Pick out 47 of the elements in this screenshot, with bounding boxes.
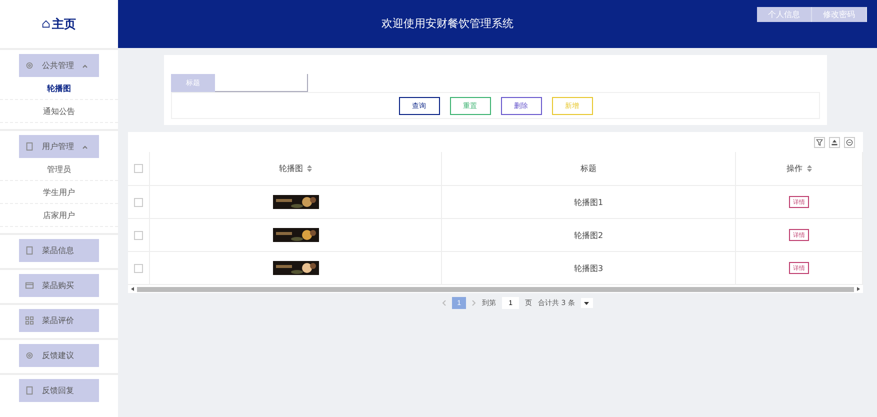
chevron-up-icon bbox=[82, 144, 88, 148]
document-icon bbox=[25, 246, 34, 255]
sort-icon[interactable] bbox=[806, 165, 812, 172]
gear-icon bbox=[25, 61, 34, 70]
sidebar-menu-item[interactable]: 菜品评价 bbox=[19, 309, 99, 332]
row-checkbox[interactable] bbox=[134, 198, 143, 206]
sidebar-menu-item[interactable]: 公共管理 bbox=[19, 54, 99, 77]
filter-icon[interactable] bbox=[814, 137, 825, 148]
page-title: 欢迎使用安财餐饮管理系统 bbox=[380, 16, 514, 32]
sidebar-subitem[interactable]: 店家用户 bbox=[0, 204, 118, 227]
chevron-up-icon bbox=[82, 64, 88, 68]
sidebar-menu-item[interactable]: 反馈回复 bbox=[19, 379, 99, 402]
sidebar-menu-item[interactable]: 菜品购买 bbox=[19, 274, 99, 297]
next-page-icon[interactable] bbox=[472, 300, 476, 306]
sidebar-subitem[interactable]: 学生用户 bbox=[0, 181, 118, 204]
sort-icon[interactable] bbox=[307, 165, 312, 172]
title-input[interactable] bbox=[215, 74, 308, 92]
document-icon bbox=[25, 142, 34, 151]
home-icon bbox=[42, 20, 50, 28]
sidebar-subitem[interactable]: 通知公告 bbox=[0, 100, 118, 123]
row-checkbox[interactable] bbox=[134, 264, 143, 272]
card-icon bbox=[25, 281, 34, 290]
column-header: 标题 bbox=[580, 163, 596, 174]
table-cell: 轮播图2 bbox=[574, 230, 604, 240]
export-icon[interactable] bbox=[829, 137, 840, 148]
home-link[interactable]: 主页 bbox=[52, 16, 76, 32]
page-size-select[interactable] bbox=[580, 298, 593, 308]
previous-page-icon[interactable] bbox=[442, 300, 446, 306]
row-checkbox[interactable] bbox=[134, 230, 143, 240]
column-header: 操作 bbox=[786, 163, 802, 174]
select-all-checkbox[interactable] bbox=[134, 164, 143, 173]
sidebar-menu-item[interactable]: 反馈建议 bbox=[19, 344, 99, 367]
document-icon bbox=[25, 386, 34, 395]
sidebar-subitem[interactable]: 轮播图 bbox=[0, 77, 118, 100]
scroll-left-icon[interactable] bbox=[131, 287, 134, 291]
sidebar-subitem[interactable]: 管理员 bbox=[0, 158, 118, 181]
grid-icon bbox=[25, 316, 34, 325]
gear-icon bbox=[25, 351, 34, 360]
table-cell: 轮播图1 bbox=[574, 196, 604, 208]
sidebar-menu-item[interactable]: 菜品信息 bbox=[19, 239, 99, 262]
table-cell: 轮播图3 bbox=[574, 262, 604, 274]
scroll-right-icon[interactable] bbox=[857, 287, 860, 291]
print-icon[interactable] bbox=[844, 137, 855, 148]
column-header: 轮播图 bbox=[279, 163, 303, 174]
scrollbar-thumb[interactable] bbox=[137, 286, 854, 292]
sidebar-menu-item[interactable]: 用户管理 bbox=[19, 135, 99, 158]
caret-icon bbox=[584, 302, 590, 304]
